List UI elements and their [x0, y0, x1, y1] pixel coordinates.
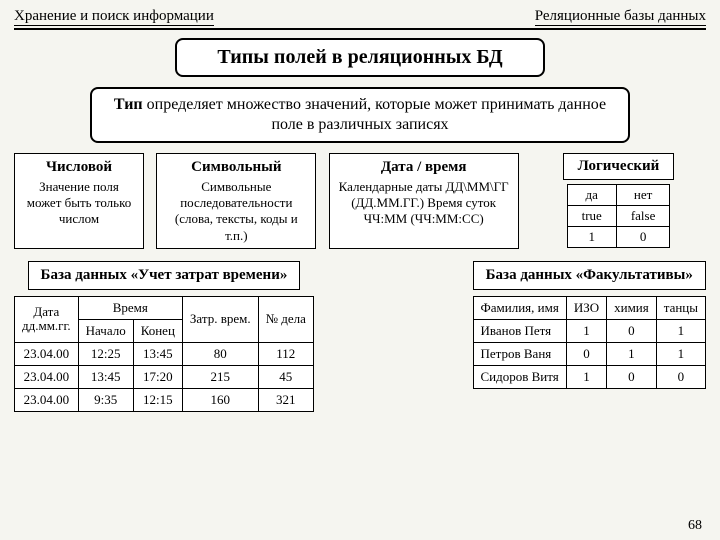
type-symbolic-title: Символьный: [163, 158, 309, 177]
logic-cell: 1: [567, 227, 616, 248]
page-number: 68: [688, 518, 702, 534]
type-logical-title: Логический: [563, 153, 675, 180]
col-task: № дела: [258, 296, 313, 342]
table-row: Петров Ваня011: [473, 342, 706, 365]
table-row: 23.04.0012:2513:4580112: [15, 342, 314, 365]
header-right: Реляционные базы данных: [535, 8, 706, 26]
logic-cell: false: [616, 206, 670, 227]
col-date: Дата: [33, 304, 59, 319]
header-row: Хранение и поиск информации Реляционные …: [14, 8, 706, 26]
table-row: Сидоров Витя100: [473, 365, 706, 388]
type-numeric-title: Числовой: [21, 158, 137, 177]
type-datetime: Дата / время Календарные даты ДД\ММ\ГГ (…: [329, 153, 519, 249]
logic-cell: нет: [616, 185, 670, 206]
logical-table: данет truefalse 10: [567, 184, 671, 248]
type-numeric-desc: Значение поля может быть только числом: [27, 179, 132, 227]
col-chem: химия: [607, 296, 657, 319]
logic-cell: 0: [616, 227, 670, 248]
col-date-sub: дд.мм.гг.: [22, 318, 71, 333]
table-row: Иванов Петя101: [473, 319, 706, 342]
header-left: Хранение и поиск информации: [14, 8, 214, 26]
db-time-col: База данных «Учет затрат времени» Датадд…: [14, 261, 314, 412]
col-time: Время: [78, 296, 182, 319]
col-start: Начало: [78, 319, 133, 342]
logic-cell: да: [567, 185, 616, 206]
col-end: Конец: [133, 319, 182, 342]
db-time-table: Датадд.мм.гг. Время Затр. врем. № дела Н…: [14, 296, 314, 412]
definition-bold: Тип: [114, 96, 143, 113]
logic-cell: true: [567, 206, 616, 227]
type-symbolic-desc: Символьные последовательности (слова, те…: [175, 179, 298, 243]
db-row: База данных «Учет затрат времени» Датадд…: [14, 261, 706, 412]
type-datetime-title: Дата / время: [336, 158, 512, 177]
db-fac-col: База данных «Факультативы» Фамилия, имя …: [473, 261, 707, 412]
type-datetime-desc: Календарные даты ДД\ММ\ГГ (ДД.ММ.ГГ.) Вр…: [339, 179, 509, 227]
definition-box: Тип определяет множество значений, котор…: [90, 87, 630, 143]
types-row: Числовой Значение поля может быть только…: [14, 153, 706, 249]
col-name: Фамилия, имя: [473, 296, 566, 319]
type-symbolic: Символьный Символьные последовательности…: [156, 153, 316, 249]
col-izo: ИЗО: [566, 296, 606, 319]
table-row: 23.04.009:3512:15160321: [15, 388, 314, 411]
db-fac-table: Фамилия, имя ИЗО химия танцы Иванов Петя…: [473, 296, 707, 389]
table-row: 23.04.0013:4517:2021545: [15, 365, 314, 388]
definition-text: определяет множество значений, которые м…: [143, 96, 606, 133]
type-numeric: Числовой Значение поля может быть только…: [14, 153, 144, 249]
type-logical: Логический данет truefalse 10: [531, 153, 706, 249]
col-spent: Затр. врем.: [182, 296, 258, 342]
header-rule: [14, 28, 706, 30]
page-title: Типы полей в реляционных БД: [175, 38, 545, 77]
db-time-title: База данных «Учет затрат времени»: [28, 261, 301, 290]
db-fac-title: База данных «Факультативы»: [473, 261, 706, 290]
col-dance: танцы: [656, 296, 705, 319]
